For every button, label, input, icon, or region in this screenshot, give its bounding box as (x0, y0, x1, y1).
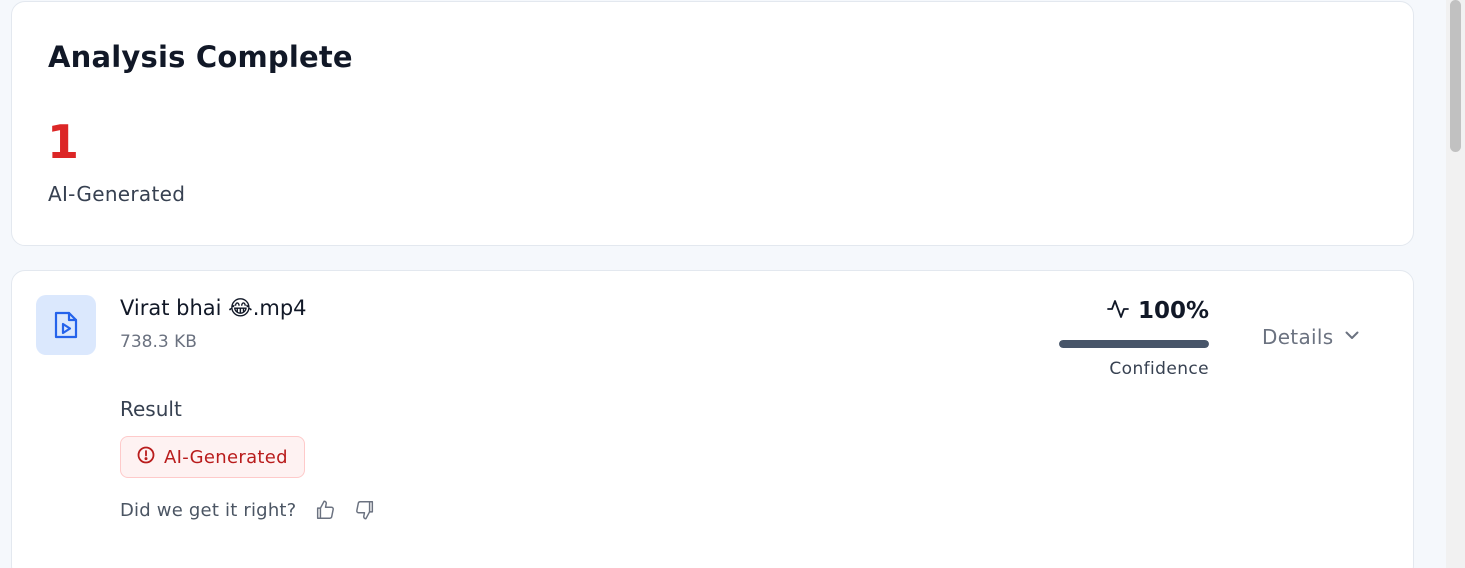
confidence-label: Confidence (1109, 359, 1209, 379)
feedback-row: Did we get it right? (120, 499, 376, 521)
result-badge-label: AI-Generated (164, 446, 288, 468)
thumbs-up-icon (317, 500, 335, 519)
details-label: Details (1262, 325, 1334, 349)
feedback-prompt: Did we get it right? (120, 499, 297, 521)
file-size: 738.3 KB (120, 332, 197, 352)
confidence-bar (1059, 340, 1209, 348)
confidence-meter: 100% Confidence (1052, 297, 1209, 387)
file-name: Virat bhai 😂.mp4 (120, 296, 307, 320)
thumbs-up-button[interactable] (314, 499, 336, 521)
summary-title: Analysis Complete (48, 40, 353, 74)
confidence-bar-fill (1059, 340, 1209, 348)
alert-circle-icon (137, 446, 155, 468)
file-result-card: Virat bhai 😂.mp4 738.3 KB 100% Confidenc… (11, 270, 1414, 568)
result-heading: Result (120, 397, 182, 421)
confidence-value-row: 100% (1106, 297, 1209, 325)
scrollbar-thumb[interactable] (1450, 0, 1461, 152)
details-toggle-button[interactable]: Details (1262, 325, 1361, 349)
thumbs-down-button[interactable] (354, 499, 376, 521)
analysis-summary-card: Analysis Complete 1 AI-Generated (11, 1, 1414, 246)
result-badge: AI-Generated (120, 436, 305, 478)
activity-icon (1106, 297, 1130, 325)
video-file-icon (36, 295, 96, 355)
ai-generated-count: 1 (47, 115, 80, 169)
page-scrollbar[interactable] (1446, 0, 1465, 568)
confidence-value: 100% (1137, 298, 1209, 324)
chevron-down-icon (1343, 326, 1361, 348)
ai-generated-count-label: AI-Generated (48, 182, 186, 206)
thumbs-down-icon (356, 501, 374, 520)
analysis-page: Analysis Complete 1 AI-Generated Virat b… (0, 0, 1465, 568)
